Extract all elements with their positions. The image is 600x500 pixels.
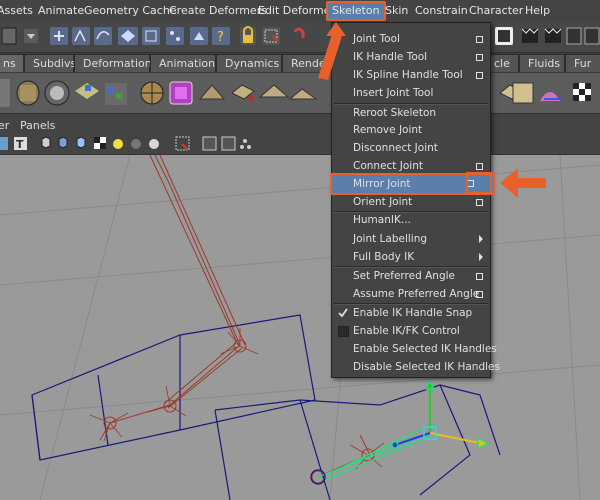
mirror-joint-option-box-highlight (466, 172, 492, 194)
left-arrow-icon (500, 168, 546, 198)
up-arrow-icon (318, 22, 346, 80)
annotation-overlay (318, 22, 546, 198)
